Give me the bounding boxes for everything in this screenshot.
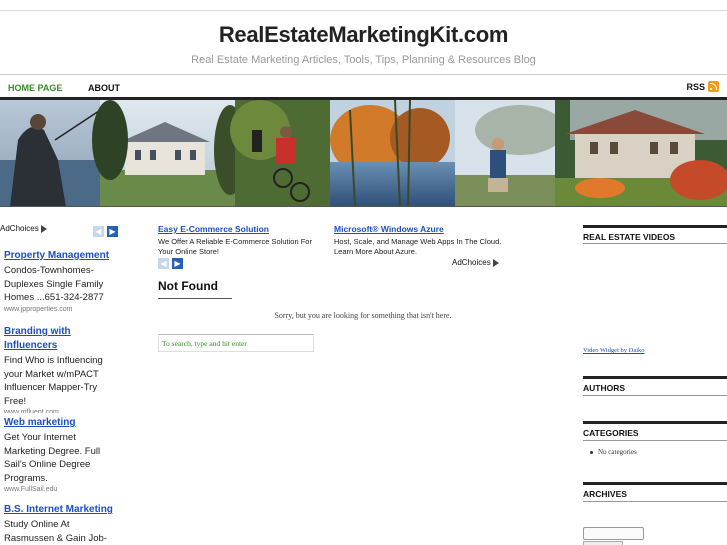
- not-found-message: Sorry, but you are looking for something…: [274, 311, 452, 320]
- bullet-icon: [590, 450, 593, 454]
- top-ad-1[interactable]: Easy E-Commerce Solution We Offer A Reli…: [158, 224, 328, 257]
- widget-divider: [583, 440, 727, 441]
- ad-body: Get Your Internet Marketing Degree. Full…: [4, 432, 101, 484]
- widget-authors: AUTHORS: [583, 376, 727, 393]
- search-input[interactable]: To search, type and hit enter: [158, 334, 314, 352]
- ad-title[interactable]: Branding with Influencers: [4, 325, 114, 353]
- ad-body: Study Online At Rasmussen & Gain Job-: [4, 519, 107, 544]
- title-underline: [158, 298, 232, 299]
- archives-dropdown[interactable]: [583, 527, 644, 540]
- ad-title[interactable]: Microsoft® Windows Azure: [334, 224, 504, 234]
- ad-prev-button[interactable]: ◀: [93, 226, 104, 237]
- left-ad-arrows: ◀ ▶: [93, 226, 118, 237]
- left-ad-1[interactable]: Property Management Condos-Townhomes-Dup…: [4, 249, 114, 315]
- widget-real-estate-videos: REAL ESTATE VIDEOS: [583, 225, 727, 242]
- widget-archives: ARCHIVES: [583, 482, 727, 499]
- main-nav: HOME PAGE ABOUT RSS: [0, 74, 727, 100]
- widget-title: CATEGORIES: [583, 428, 639, 438]
- category-list-item: No categories: [590, 448, 637, 456]
- widget-categories: CATEGORIES: [583, 421, 727, 438]
- top-divider: [0, 10, 727, 11]
- nav-home-page[interactable]: HOME PAGE: [8, 83, 62, 93]
- ad-url[interactable]: www.mfluent.com: [4, 408, 114, 413]
- left-ad-2[interactable]: Branding with Influencers Find Who is In…: [4, 325, 114, 413]
- ad-url[interactable]: www.FullSail.edu: [4, 485, 114, 495]
- ad-body: Find Who is Influencing your Market w/mP…: [4, 355, 103, 407]
- rss-label: RSS: [686, 81, 705, 92]
- ad-next-button[interactable]: ▶: [172, 258, 183, 269]
- top-ad-arrows: ◀ ▶: [158, 258, 183, 269]
- no-categories-text: No categories: [598, 448, 637, 456]
- widget-divider: [583, 395, 727, 396]
- ad-title[interactable]: Property Management: [4, 249, 114, 263]
- left-ad-3[interactable]: Web marketing Get Your Internet Marketin…: [4, 416, 114, 495]
- site-title[interactable]: RealEstateMarketingKit.com: [0, 22, 727, 48]
- widget-divider: [583, 501, 727, 502]
- ad-url[interactable]: www.jpproperties.com: [4, 305, 114, 315]
- top-ad-2[interactable]: Microsoft® Windows Azure Host, Scale, an…: [334, 224, 504, 257]
- widget-title: REAL ESTATE VIDEOS: [583, 232, 676, 242]
- adchoices-text: AdChoices: [452, 258, 491, 267]
- page-title: Not Found: [158, 279, 218, 293]
- rss-link[interactable]: RSS: [686, 81, 719, 92]
- adchoices-label[interactable]: AdChoices: [452, 258, 499, 267]
- ad-body: We Offer A Reliable E-Commerce Solution …: [158, 237, 312, 256]
- widget-title: AUTHORS: [583, 383, 626, 393]
- rss-icon: [708, 81, 719, 92]
- widget-title: ARCHIVES: [583, 489, 627, 499]
- nav-about[interactable]: ABOUT: [88, 83, 120, 93]
- archives-button[interactable]: [583, 541, 623, 545]
- adchoices-text: AdChoices: [0, 224, 39, 233]
- adchoices-icon: [492, 258, 499, 267]
- header-banner-image: [0, 100, 727, 207]
- site-tagline: Real Estate Marketing Articles, Tools, T…: [191, 54, 536, 66]
- ad-title[interactable]: Web marketing: [4, 416, 114, 430]
- ad-next-button[interactable]: ▶: [107, 226, 118, 237]
- ad-title[interactable]: B.S. Internet Marketing: [4, 503, 114, 517]
- left-ad-4[interactable]: B.S. Internet Marketing Study Online At …: [4, 503, 114, 545]
- ad-title[interactable]: Easy E-Commerce Solution: [158, 224, 328, 234]
- adchoices-icon: [40, 224, 47, 233]
- video-widget-link[interactable]: Video Widget by Daiko: [583, 347, 645, 354]
- ad-prev-button[interactable]: ◀: [158, 258, 169, 269]
- widget-divider: [583, 243, 727, 244]
- ad-body: Host, Scale, and Manage Web Apps In The …: [334, 237, 502, 256]
- ad-body: Condos-Townhomes-Duplexes Single Family …: [4, 265, 104, 303]
